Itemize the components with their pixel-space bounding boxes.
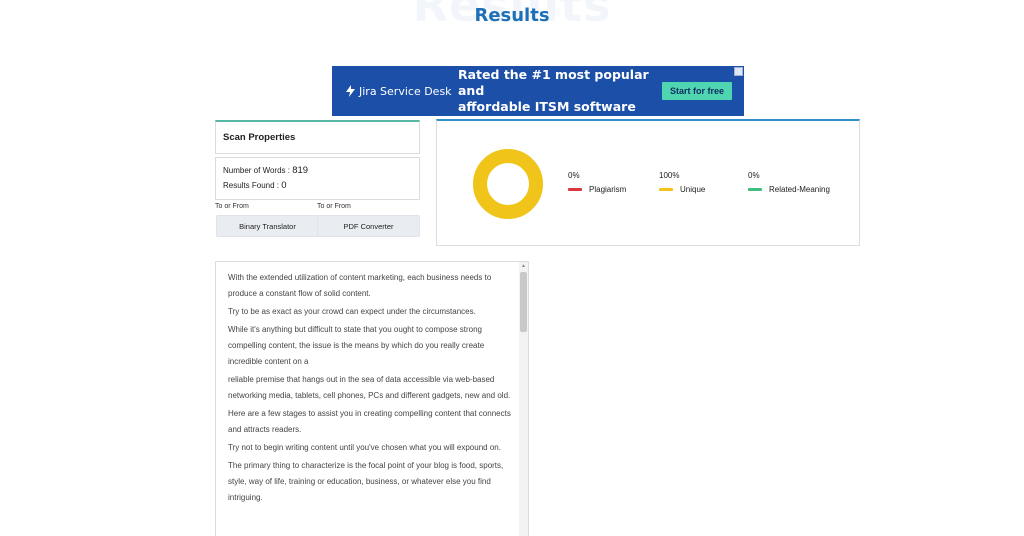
scan-properties-header: Scan Properties [215,120,420,154]
ad-cta-button[interactable]: Start for free [662,82,732,100]
word-count-label: Number of Words : [223,166,293,175]
related-meaning-label: Related-Meaning [769,185,830,194]
content-text: With the extended utilization of content… [228,270,513,508]
tool-label-binary: To or From [215,203,249,210]
content-paragraph: Try to be as exact as your crowd can exp… [228,307,476,316]
content-paragraph: Try not to begin writing content until y… [228,443,501,452]
tool-label-pdf: To or From [317,203,351,210]
ad-brand: Jira Service Desk [346,85,458,98]
page-title: Results [474,5,550,26]
binary-translator-button[interactable]: Binary Translator [216,215,319,237]
unique-label: Unique [680,185,706,194]
unique-percent: 100% [659,171,680,180]
metric-plagiarism: 0% Plagiarism [568,171,626,194]
content-paragraph: With the extended utilization of content… [228,273,492,298]
results-found-label: Results Found : [223,181,282,190]
results-found-value: 0 [281,180,287,191]
plagiarism-legend-swatch [568,188,582,191]
metric-unique: 100% Unique [659,171,705,194]
metric-related-meaning: 0% Related-Meaning [748,171,830,194]
results-panel: 0% Plagiarism 100% Unique 0% Related-Mea… [436,119,860,246]
ad-choices-icon[interactable] [734,67,743,76]
unique-legend-swatch [659,188,673,191]
plagiarism-percent: 0% [568,171,580,180]
content-paragraph: Here are a few stages to assist you in c… [228,409,511,434]
scroll-up-arrow-icon[interactable]: ▲ [520,263,527,270]
ad-headline: Rated the #1 most popular and affordable… [458,67,654,115]
jira-bolt-icon [346,85,355,97]
ad-brand-name: Jira Service Desk [359,84,452,98]
content-paragraph: reliable premise that hangs out in the s… [228,375,511,400]
ad-headline-line2: affordable ITSM software [458,99,636,114]
pdf-converter-button[interactable]: PDF Converter [317,215,420,237]
uniqueness-donut-chart [473,149,543,219]
related-meaning-percent: 0% [748,171,760,180]
scan-stats: Number of Words : 819 Results Found : 0 [215,157,420,200]
content-textarea[interactable]: With the extended utilization of content… [215,261,529,536]
donut-unique-arc [473,149,543,219]
vertical-scrollbar[interactable]: ▲ [519,262,528,536]
scan-properties-title: Scan Properties [223,132,296,143]
related-meaning-legend-swatch [748,188,762,191]
content-paragraph: The primary thing to characterize is the… [228,461,504,502]
word-count-value: 819 [292,165,309,176]
ad-headline-line1: Rated the #1 most popular and [458,67,649,98]
content-paragraph: While it's anything but difficult to sta… [228,325,485,366]
word-count-row: Number of Words : 819 [223,163,412,178]
scrollbar-thumb[interactable] [520,272,527,332]
results-found-row: Results Found : 0 [223,178,412,193]
plagiarism-label: Plagiarism [589,185,627,194]
ad-banner[interactable]: Jira Service Desk Rated the #1 most popu… [332,66,744,116]
